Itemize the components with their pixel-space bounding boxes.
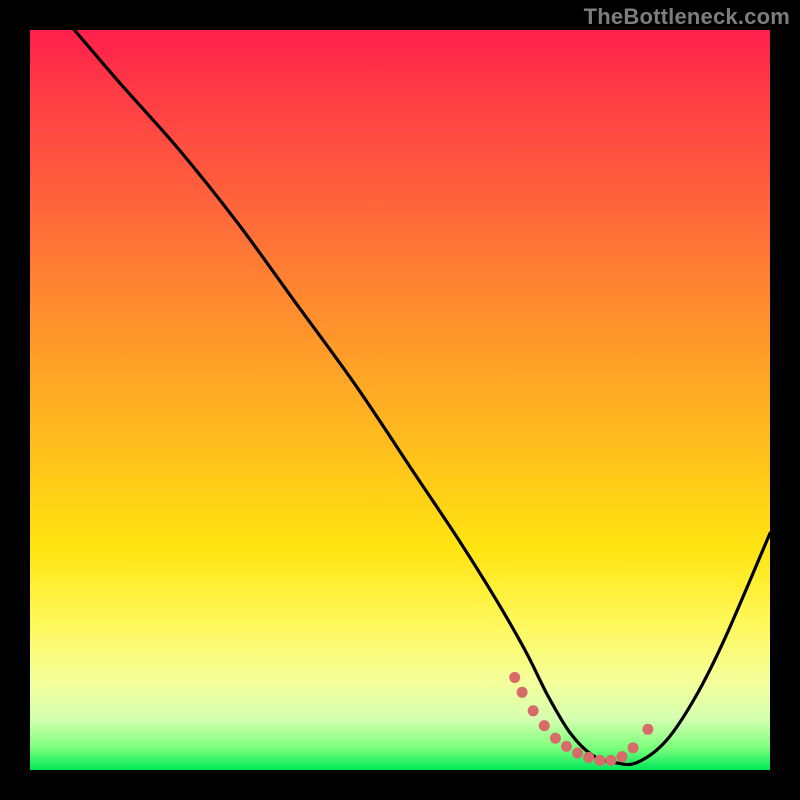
optimal-dot (605, 755, 616, 766)
chart-frame: TheBottleneck.com (0, 0, 800, 800)
curve-svg (30, 30, 770, 770)
optimal-dot (517, 687, 528, 698)
plot-area (30, 30, 770, 770)
optimal-dot (509, 672, 520, 683)
optimal-dot (528, 705, 539, 716)
bottleneck-curve (30, 0, 770, 765)
optimal-dot (539, 720, 550, 731)
optimal-dot (550, 733, 561, 744)
optimal-dot (583, 752, 594, 763)
optimal-range-dots (509, 672, 653, 766)
optimal-dot (572, 747, 583, 758)
optimal-dot (642, 724, 653, 735)
watermark-text: TheBottleneck.com (584, 4, 790, 30)
optimal-dot (561, 741, 572, 752)
optimal-dot (617, 751, 628, 762)
optimal-dot (628, 742, 639, 753)
optimal-dot (594, 755, 605, 766)
